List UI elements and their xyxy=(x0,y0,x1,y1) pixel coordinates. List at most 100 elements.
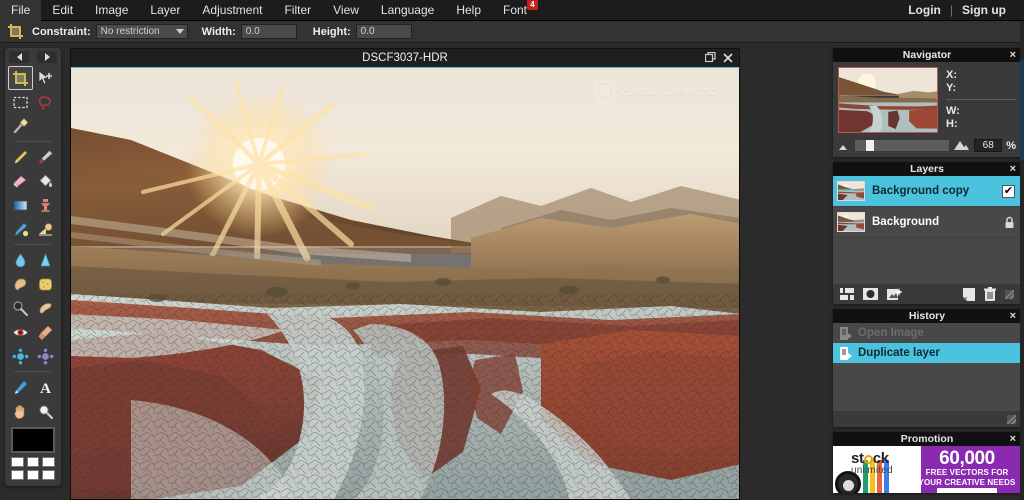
zoom-out-mountain-icon[interactable] xyxy=(838,141,851,151)
foreground-color-swatch[interactable] xyxy=(11,427,55,453)
eyedropper-tool[interactable] xyxy=(8,375,33,399)
login-link[interactable]: Login xyxy=(900,0,949,21)
pencil-tool[interactable] xyxy=(8,145,33,169)
crop-tool[interactable] xyxy=(8,66,33,90)
height-input[interactable]: 0.0 xyxy=(355,24,412,39)
resize-grip-icon[interactable] xyxy=(1007,414,1016,424)
bloat-tool[interactable] xyxy=(8,344,33,368)
layer-row-background[interactable]: Background xyxy=(833,207,1021,238)
account-menu: Login | Sign up xyxy=(900,0,1024,21)
red-eye-tool[interactable] xyxy=(8,320,33,344)
nav-h-row: H: xyxy=(946,118,1016,131)
drawing-tool[interactable] xyxy=(33,217,58,241)
palette-swatch[interactable] xyxy=(11,470,24,480)
menu-view[interactable]: View xyxy=(322,0,370,21)
sponge-tool[interactable] xyxy=(33,272,58,296)
magic-wand-tool[interactable] xyxy=(8,114,33,138)
constraint-group: Constraint: No restriction xyxy=(32,24,202,39)
arrow-right-icon[interactable] xyxy=(37,51,57,63)
zoom-value-input[interactable]: 68 xyxy=(974,139,1003,152)
pinch-tool[interactable] xyxy=(33,344,58,368)
history-item-open-image[interactable]: Open Image xyxy=(833,323,1021,343)
constraint-select[interactable]: No restriction xyxy=(95,24,188,39)
menu-language[interactable]: Language xyxy=(370,0,445,21)
spot-heal-tool[interactable] xyxy=(33,320,58,344)
history-item-duplicate-layer[interactable]: Duplicate layer xyxy=(833,343,1021,363)
promotion-cta-button[interactable] xyxy=(937,488,997,493)
layer-settings-icon[interactable] xyxy=(840,288,854,300)
palette-swatch[interactable] xyxy=(11,457,24,467)
menu-layer[interactable]: Layer xyxy=(139,0,191,21)
zoom-in-mountain-icon[interactable] xyxy=(953,140,970,151)
palette-swatch[interactable] xyxy=(26,470,40,480)
eraser-tool[interactable] xyxy=(8,169,33,193)
nav-w-row: W: xyxy=(946,105,1016,118)
arrow-left-icon[interactable] xyxy=(9,51,29,63)
lasso-select-tool[interactable] xyxy=(33,90,58,114)
close-icon[interactable]: × xyxy=(1010,432,1016,446)
tools-palette: A xyxy=(5,48,61,486)
document-title-bar[interactable]: DSCF3037-HDR xyxy=(70,48,740,67)
landscape-photo xyxy=(71,68,739,499)
blur-tool[interactable] xyxy=(8,248,33,272)
paint-bucket-tool[interactable] xyxy=(33,169,58,193)
palette-swatch[interactable] xyxy=(42,457,55,467)
brand-tagline: unlimited xyxy=(851,465,893,476)
menu-help[interactable]: Help xyxy=(445,0,492,21)
dodge-tool[interactable] xyxy=(8,296,33,320)
navigator-header: Navigator × xyxy=(833,48,1021,62)
navigator-panel: Navigator × X: Y: W: H: 68 % xyxy=(833,48,1021,157)
smudge-tool[interactable] xyxy=(8,272,33,296)
color-replace-tool[interactable] xyxy=(8,217,33,241)
type-tool[interactable]: A xyxy=(33,375,58,399)
right-edge-accent xyxy=(1020,60,1024,160)
photo-layer xyxy=(71,68,739,499)
resize-grip-icon[interactable] xyxy=(1005,289,1014,299)
restore-window-icon[interactable] xyxy=(704,51,716,64)
move-tool[interactable] xyxy=(33,66,58,90)
brush-tool[interactable] xyxy=(33,145,58,169)
constraint-label: Constraint: xyxy=(32,25,91,38)
nav-y-row: Y: xyxy=(946,82,1016,95)
page-title: DSCF3037-HDR xyxy=(362,52,448,64)
navigator-thumbnail[interactable] xyxy=(838,67,938,133)
duplicate-layer-icon[interactable] xyxy=(963,287,975,301)
promotion-ad[interactable]: st ck unlimited 60,000 FREE VECTORS FOR Y… xyxy=(833,446,1021,493)
close-icon[interactable] xyxy=(722,51,734,64)
layer-mask-icon[interactable] xyxy=(863,288,878,300)
menu-adjustment[interactable]: Adjustment xyxy=(191,0,273,21)
menu-file[interactable]: File xyxy=(0,0,42,21)
signup-link[interactable]: Sign up xyxy=(954,0,1014,21)
menu-edit[interactable]: Edit xyxy=(41,0,84,21)
sharpen-tool[interactable] xyxy=(33,248,58,272)
canvas-area[interactable]: Elena Liseykina xyxy=(70,67,740,500)
gradient-tool[interactable] xyxy=(8,193,33,217)
toolbar-nav xyxy=(5,50,61,64)
marquee-select-tool[interactable] xyxy=(8,90,33,114)
menu-font[interactable]: Font 4 xyxy=(492,0,539,21)
zoom-tool[interactable] xyxy=(33,399,58,423)
palette-grid xyxy=(11,457,55,480)
zoom-slider[interactable] xyxy=(855,140,950,151)
width-input[interactable]: 0.0 xyxy=(240,24,297,39)
palette-swatch[interactable] xyxy=(26,457,40,467)
delete-layer-icon[interactable] xyxy=(984,287,996,301)
promotion-header: Promotion × xyxy=(833,432,1021,446)
close-icon[interactable]: × xyxy=(1010,162,1016,176)
palette-swatch[interactable] xyxy=(42,470,55,480)
zoom-slider-knob[interactable] xyxy=(866,140,875,151)
close-icon[interactable]: × xyxy=(1010,48,1016,62)
layer-visibility-checkbox[interactable]: ✔ xyxy=(1002,184,1015,198)
clone-stamp-tool[interactable] xyxy=(33,193,58,217)
history-item-label: Duplicate layer xyxy=(858,347,940,359)
menu-image[interactable]: Image xyxy=(84,0,139,21)
close-icon[interactable]: × xyxy=(1010,309,1016,323)
layer-row-background-copy[interactable]: Background copy ✔ xyxy=(833,176,1021,207)
lock-icon[interactable] xyxy=(1004,216,1015,229)
pixlr-editor-app: File Edit Image Layer Adjustment Filter … xyxy=(0,0,1024,500)
add-layer-icon[interactable] xyxy=(887,287,902,301)
hand-tool[interactable] xyxy=(8,399,33,423)
navigator-body: X: Y: W: H: 68 % xyxy=(833,62,1021,157)
menu-filter[interactable]: Filter xyxy=(273,0,322,21)
burn-tool[interactable] xyxy=(33,296,58,320)
